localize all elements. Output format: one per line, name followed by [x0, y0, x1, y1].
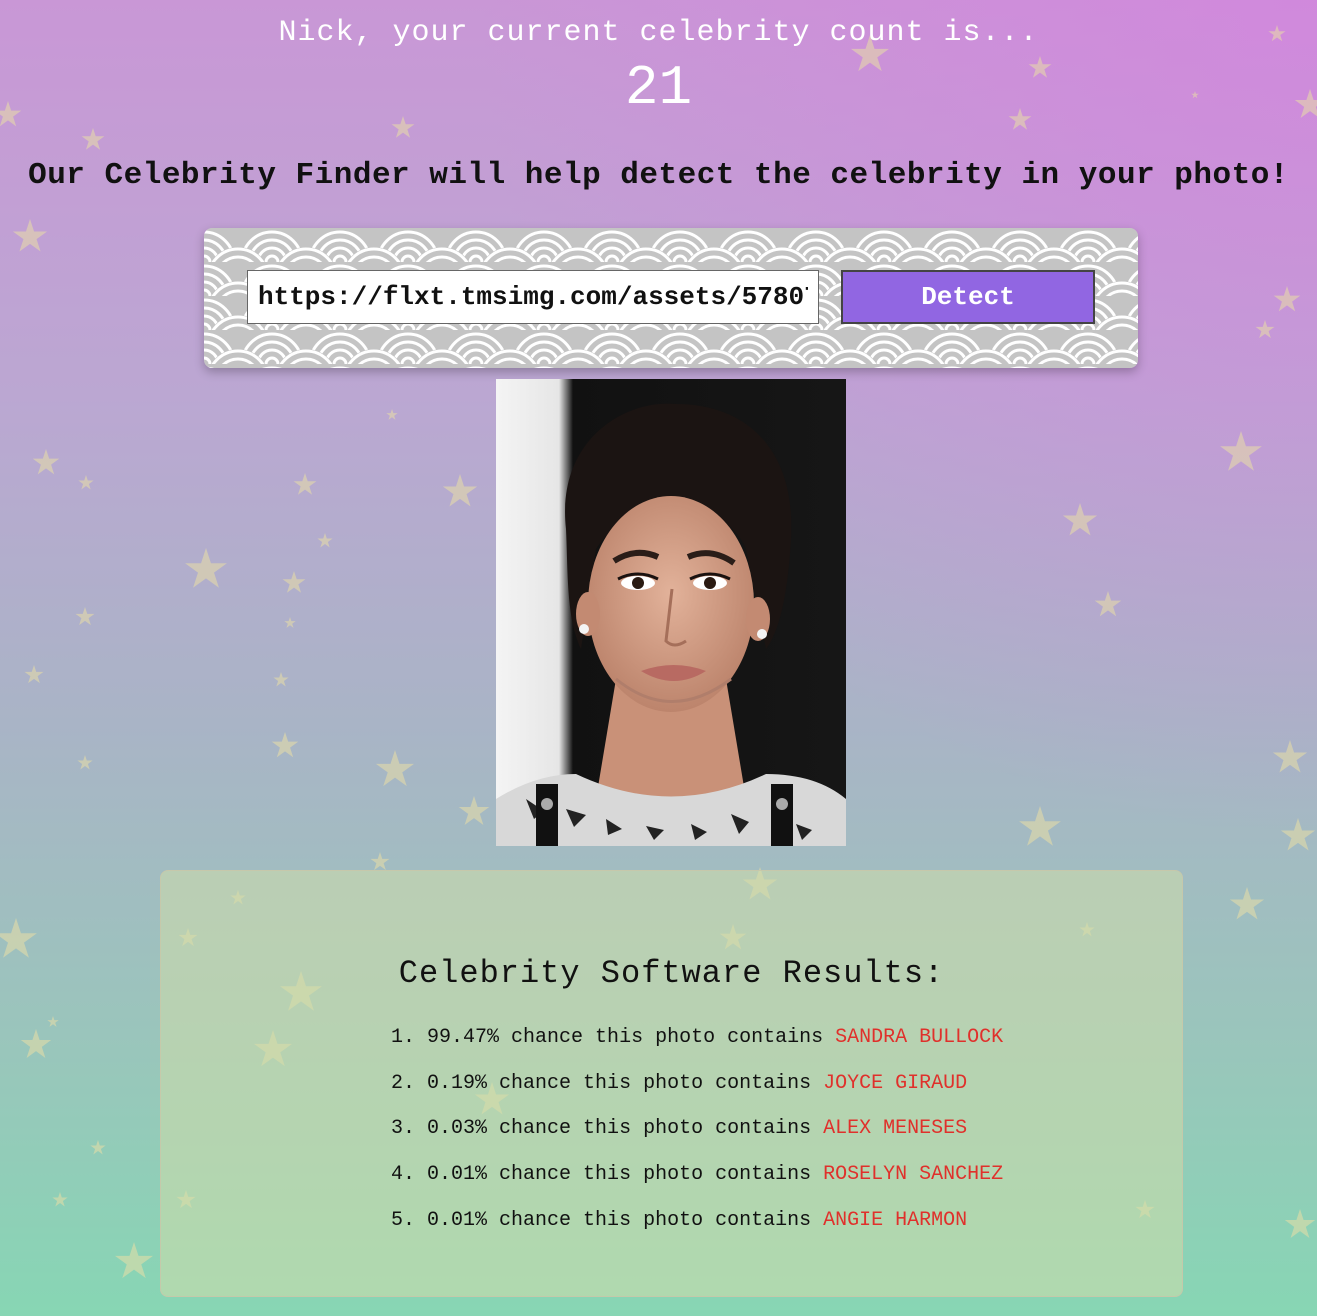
result-text: 0.01% chance this photo contains	[427, 1163, 812, 1187]
result-celebrity-name: SANDRA BULLOCK	[835, 1026, 1004, 1049]
result-index: 4.	[391, 1163, 416, 1187]
result-item: 5. 0.01% chance this photo contains ANGI…	[391, 1198, 1003, 1244]
image-url-input[interactable]	[247, 270, 819, 324]
uploaded-celebrity-photo	[496, 379, 846, 846]
result-item: 4. 0.01% chance this photo contains ROSE…	[391, 1152, 1003, 1198]
result-item: 3. 0.03% chance this photo contains ALEX…	[391, 1106, 1003, 1152]
result-text: 0.19% chance this photo contains	[427, 1071, 812, 1095]
result-celebrity-name: ROSELYN SANCHEZ	[823, 1163, 1004, 1187]
result-index: 5.	[391, 1208, 416, 1232]
result-item: 2. 0.19% chance this photo contains JOYC…	[391, 1061, 1003, 1107]
finder-panel: Detect	[204, 228, 1138, 368]
results-title: Celebrity Software Results:	[398, 955, 945, 992]
detect-button[interactable]: Detect	[841, 270, 1095, 324]
result-celebrity-name: JOYCE GIRAUD	[823, 1071, 968, 1095]
result-text: 0.01% chance this photo contains	[427, 1208, 812, 1232]
result-index: 3.	[391, 1117, 416, 1141]
portrait-image	[496, 379, 846, 846]
result-celebrity-name: ANGIE HARMON	[823, 1208, 968, 1232]
result-text: 99.47% chance this photo contains	[427, 1026, 824, 1049]
celebrity-count-greeting: Nick, your current celebrity count is...	[278, 16, 1039, 50]
result-text: 0.03% chance this photo contains	[427, 1117, 812, 1141]
results-panel: Celebrity Software Results: 1. 99.47% ch…	[160, 870, 1183, 1297]
result-celebrity-name: ALEX MENESES	[823, 1117, 968, 1141]
celebrity-count-value: 21	[624, 56, 693, 120]
result-index: 2.	[391, 1071, 416, 1095]
page-tagline: Our Celebrity Finder will help detect th…	[28, 158, 1289, 193]
results-list: 1. 99.47% chance this photo contains SAN…	[391, 1015, 1003, 1243]
result-index: 1.	[391, 1026, 416, 1049]
result-item: 1. 99.47% chance this photo contains SAN…	[391, 1015, 1003, 1061]
